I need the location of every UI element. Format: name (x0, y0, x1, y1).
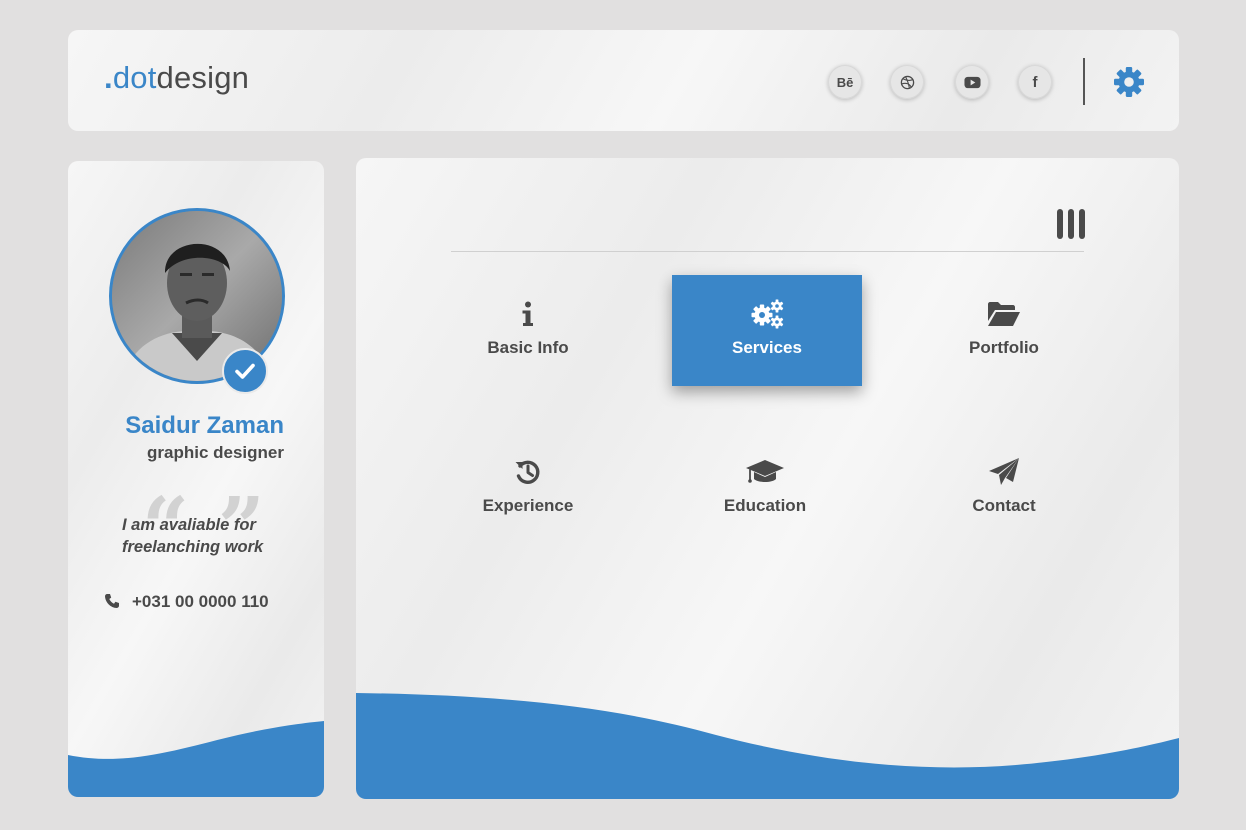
gear-icon (1114, 67, 1144, 97)
behance-icon: Bē (836, 74, 854, 90)
profile-role: graphic designer (147, 443, 284, 462)
tile-label: Services (732, 338, 802, 357)
verified-badge (222, 348, 268, 394)
phone-icon (105, 594, 119, 608)
tile-label: Basic Info (487, 338, 569, 357)
tile-label: Contact (972, 496, 1036, 515)
tile-contact[interactable]: Contact (909, 433, 1099, 544)
facebook-icon: f (1032, 73, 1038, 91)
facebook-button[interactable]: f (1018, 65, 1052, 99)
brand-logo[interactable]: .dotdesign (104, 60, 249, 96)
availability-quote: I am avaliable for freelanching work (122, 514, 302, 558)
dribbble-button[interactable] (890, 65, 924, 99)
logo-accent-text: dot (112, 60, 157, 95)
history-icon (515, 460, 540, 484)
profile-card: Saidur Zaman graphic designer “ ” I am a… (68, 161, 324, 797)
settings-button[interactable] (1111, 64, 1147, 100)
tile-label: Experience (482, 496, 574, 515)
phone-number[interactable]: +031 00 0000 110 (132, 592, 269, 612)
youtube-icon (963, 76, 981, 88)
header-bar: .dotdesign Bē f (68, 30, 1179, 131)
profile-wave-decoration (68, 721, 324, 797)
quote-line-1: I am avaliable for (122, 516, 256, 534)
main-wave-decoration (356, 693, 1179, 799)
logo-dot: . (104, 60, 113, 95)
panel-divider (451, 251, 1084, 252)
paper-plane-icon (989, 458, 1019, 485)
youtube-button[interactable] (955, 65, 989, 99)
quote-line-2: freelanching work (122, 538, 264, 556)
info-icon (522, 301, 533, 326)
folder-open-icon (988, 302, 1020, 326)
tile-portfolio[interactable]: Portfolio (909, 275, 1099, 386)
tile-education[interactable]: Education (670, 433, 860, 544)
tile-label: Education (723, 496, 807, 515)
tile-services[interactable]: Services (672, 275, 862, 386)
tile-basic-info[interactable]: Basic Info (433, 275, 623, 386)
header-divider (1083, 58, 1085, 105)
tile-experience[interactable]: Experience (433, 433, 623, 544)
graduation-cap-icon (746, 460, 784, 483)
check-icon (235, 363, 255, 379)
profile-name: Saidur Zaman (125, 412, 284, 439)
behance-button[interactable]: Bē (828, 65, 862, 99)
main-panel: Basic Info Services Portfolio Experience… (356, 158, 1179, 799)
gears-icon (751, 299, 784, 329)
menu-bars-icon[interactable] (1057, 209, 1085, 239)
tile-label: Portfolio (969, 338, 1039, 357)
logo-text: design (156, 60, 250, 95)
dribbble-icon (900, 75, 914, 89)
